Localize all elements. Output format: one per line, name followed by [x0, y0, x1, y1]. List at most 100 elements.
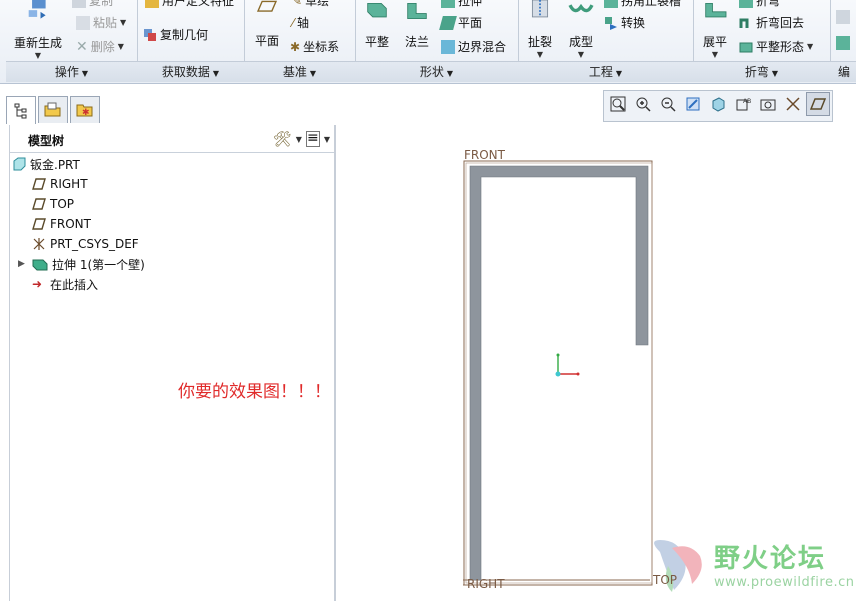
expand-arrow-icon[interactable]: ▶ — [18, 259, 28, 269]
flange-button[interactable]: 法兰 — [399, 0, 435, 50]
chevron-down-icon: ▼ — [309, 69, 317, 78]
flat-wall-button[interactable]: 平整 — [359, 0, 395, 50]
model-tree-tools: 🛠 ▼ ≡ ▼ — [273, 130, 330, 148]
saved-views-icon: AB — [736, 98, 751, 111]
tree-item-extrude[interactable]: ▶ 拉伸 1(第一个壁) — [10, 254, 334, 274]
tab-favorites[interactable]: ✱ — [70, 96, 100, 123]
csys-icon: ✱ — [290, 39, 301, 54]
copy-button[interactable]: 复制 — [72, 0, 113, 9]
extrude-button[interactable]: 拉伸 — [441, 0, 482, 9]
user-defined-feature-button[interactable]: 用户定义特征 — [145, 0, 234, 9]
tree-item-insert-here[interactable]: ➜ 在此插入 — [10, 274, 334, 294]
repaint-button[interactable] — [681, 92, 705, 116]
axis-button[interactable]: ⁄ 轴 — [292, 14, 309, 31]
folder-browser-icon — [44, 102, 61, 117]
bend-back-button[interactable]: 折弯回去 — [739, 14, 804, 31]
chevron-down-icon: ▼ — [807, 42, 814, 51]
chevron-down-icon: ▼ — [446, 69, 454, 78]
convert-icon — [605, 16, 617, 30]
convert-button[interactable]: 转换 — [604, 14, 645, 31]
sketch-button[interactable]: ✎ 草绘 — [292, 0, 329, 9]
plane-icon — [256, 0, 278, 12]
form-button[interactable]: 成型 ▼ — [562, 0, 600, 59]
favorites-icon: ✱ — [76, 104, 93, 118]
front-datum-label: FRONT — [464, 148, 505, 162]
zoom-out-icon — [661, 97, 676, 112]
copy-label: 复制 — [89, 0, 114, 8]
view-manager-button[interactable] — [756, 92, 780, 116]
model-tree-icon — [14, 103, 27, 118]
datum-plane-button[interactable]: 平面 — [250, 0, 284, 49]
flat-wall-icon — [367, 2, 387, 18]
ribbon: 重新生成 ▼ 复制 粘贴 ▼ ✕ 删除 ▼ 操作 ▼ 用户定义特征 复制几何 获… — [0, 0, 856, 84]
csys-button[interactable]: ✱ 坐标系 — [290, 38, 339, 55]
extrude-icon — [441, 0, 455, 8]
plane-display-toggle[interactable] — [806, 92, 830, 116]
group-label-operation[interactable]: 操作 ▼ — [6, 61, 137, 82]
shape-plane-button[interactable]: 平面 — [439, 14, 483, 31]
regenerate-icon — [28, 0, 46, 19]
tab-folder-browser[interactable] — [38, 96, 68, 123]
refit-button[interactable] — [606, 92, 630, 116]
chevron-down-icon: ▼ — [34, 51, 42, 60]
boundary-blend-label: 边界混合 — [458, 40, 507, 54]
datum-plane-icon — [32, 178, 46, 190]
paste-button[interactable]: 粘贴 ▼ — [76, 14, 126, 31]
group-label-datum[interactable]: 基准 ▼ — [244, 61, 355, 82]
settings-tools-icon[interactable]: 🛠 — [273, 130, 292, 148]
tree-item-part[interactable]: 钣金.PRT — [10, 154, 334, 174]
panel-splitter[interactable] — [334, 125, 336, 601]
zoom-in-button[interactable] — [631, 92, 655, 116]
corner-relief-button[interactable]: 拐角止裂槽 — [604, 0, 681, 9]
csys-triad[interactable] — [555, 353, 580, 377]
graphics-window[interactable] — [337, 120, 856, 601]
chevron-down-icon[interactable]: ▼ — [296, 135, 302, 144]
tab-model-tree[interactable] — [6, 96, 36, 124]
tree-item-csys[interactable]: PRT_CSYS_DEF — [10, 234, 334, 254]
tree-item-top[interactable]: TOP — [10, 194, 334, 214]
bend-button[interactable]: 折弯 — [739, 0, 780, 9]
csys-label: 坐标系 — [303, 40, 340, 54]
show-list-icon[interactable]: ≡ — [305, 131, 320, 147]
group-label-bend[interactable]: 折弯 ▼ — [693, 61, 830, 82]
group-label-edit[interactable]: 编 — [830, 61, 856, 82]
copy-geometry-icon — [144, 28, 156, 41]
zoom-out-button[interactable] — [656, 92, 680, 116]
svg-text:✱: ✱ — [82, 108, 90, 118]
group-label-text: 折弯 — [744, 65, 769, 79]
flat-wall-label: 平整 — [364, 35, 389, 49]
copy-geometry-button[interactable]: 复制几何 — [143, 26, 208, 43]
unbend-button[interactable]: 展平 ▼ — [697, 0, 733, 59]
rip-button[interactable]: 扯裂 ▼ — [522, 0, 558, 59]
model-tree-title: 模型树 — [28, 134, 65, 148]
datum-display-button[interactable] — [781, 92, 805, 116]
edit-tool-button-2[interactable] — [836, 36, 850, 50]
regenerate-label: 重新生成 — [14, 36, 63, 50]
regenerate-button[interactable]: 重新生成 ▼ — [14, 0, 62, 60]
boundary-blend-button[interactable]: 边界混合 — [441, 38, 506, 55]
group-label-get-data[interactable]: 获取数据 ▼ — [137, 61, 244, 82]
delete-label: 删除 — [90, 40, 115, 54]
chevron-down-icon[interactable]: ▼ — [324, 135, 330, 144]
flat-pattern-icon — [739, 42, 753, 52]
shape-plane-label: 平面 — [458, 16, 483, 30]
group-shape: 平整 法兰 拉伸 平面 边界混合 形状 ▼ — [355, 0, 519, 82]
bend-back-label: 折弯回去 — [756, 16, 805, 30]
flat-pattern-button[interactable]: 平整形态 ▼ — [739, 38, 813, 55]
right-datum-label: RIGHT — [467, 577, 505, 591]
display-style-button[interactable] — [706, 92, 730, 116]
tree-item-right[interactable]: RIGHT — [10, 174, 334, 194]
group-label-engineering[interactable]: 工程 ▼ — [518, 61, 693, 82]
chevron-down-icon: ▼ — [81, 69, 89, 78]
camera-icon — [760, 99, 776, 111]
top-datum-label: TOP — [653, 573, 678, 587]
annotation-text: 你要的效果图！！！ — [178, 382, 331, 402]
group-label-text: 基准 — [282, 65, 307, 79]
tree-item-front[interactable]: FRONT — [10, 214, 334, 234]
extrude-label: 拉伸 — [458, 0, 483, 8]
group-label-shape[interactable]: 形状 ▼ — [355, 61, 518, 82]
saved-orientations-button[interactable]: AB — [731, 92, 755, 116]
delete-button[interactable]: ✕ 删除 ▼ — [76, 38, 124, 55]
edit-tool-button[interactable] — [836, 10, 850, 24]
corner-relief-label: 拐角止裂槽 — [621, 0, 682, 8]
